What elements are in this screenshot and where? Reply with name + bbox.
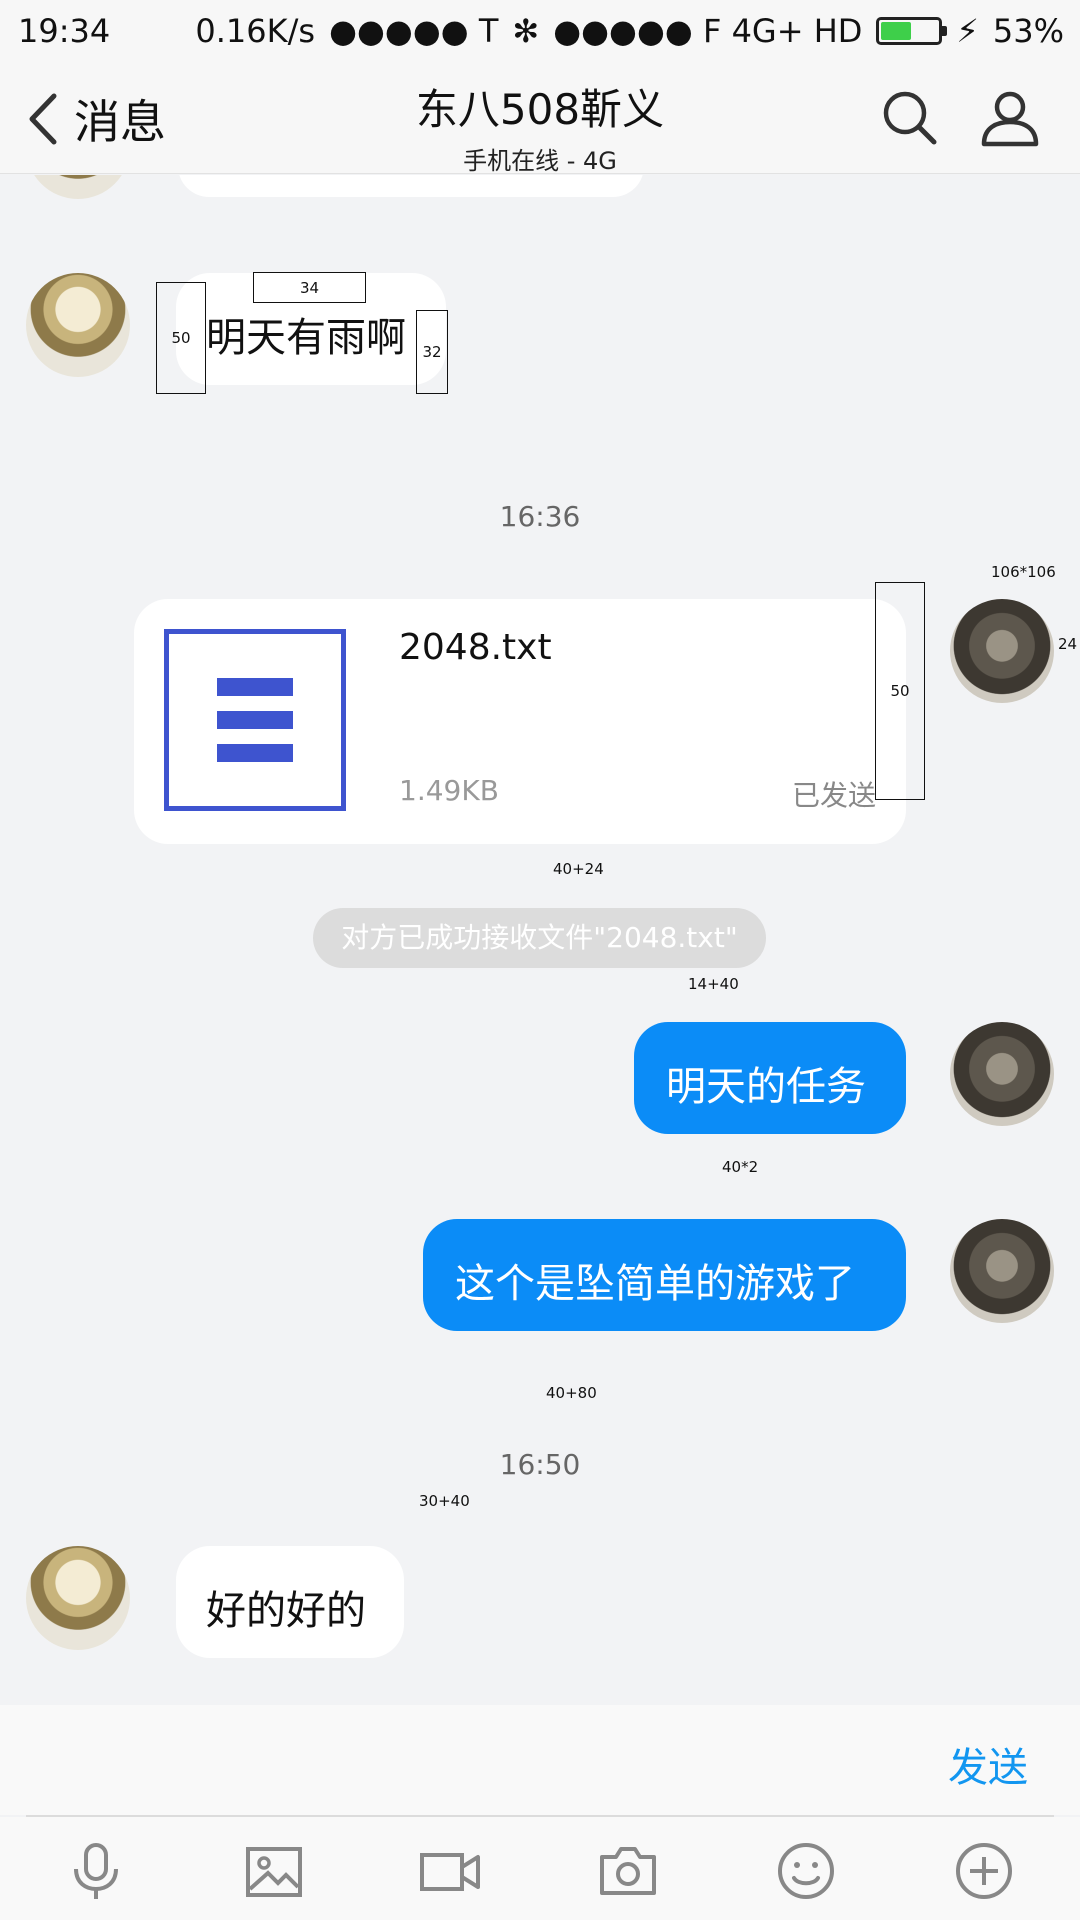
battery-icon <box>876 17 948 45</box>
profile-icon[interactable] <box>978 86 1042 150</box>
file-message-bubble[interactable]: 2048.txt 1.49KB 已发送 <box>134 599 906 844</box>
status-bar: 19:34 0.16K/s ●●●●● T ✻ ●●●●● F 4G+ HD ⚡… <box>0 0 1080 62</box>
annotation-label: 14+40 <box>688 975 739 993</box>
timestamp: 16:36 <box>499 500 581 533</box>
signal-sim1: ●●●●● T <box>329 12 499 50</box>
annotation-label: 40+24 <box>553 860 604 878</box>
status-right: 0.16K/s ●●●●● T ✻ ●●●●● F 4G+ HD ⚡ 53% <box>195 12 1064 50</box>
file-icon-line <box>217 744 293 762</box>
annotation-label: 30+40 <box>419 1492 470 1510</box>
file-name: 2048.txt <box>399 627 552 668</box>
microphone-icon[interactable] <box>66 1841 126 1901</box>
message-bubble-outgoing[interactable]: 明天的任务 <box>634 1022 906 1134</box>
avatar-contact[interactable] <box>26 1546 130 1650</box>
annotation-box: 50 <box>156 282 206 394</box>
avatar-contact[interactable] <box>26 273 130 377</box>
annotation-label: 40*2 <box>722 1158 759 1176</box>
image-icon[interactable] <box>244 1841 304 1901</box>
emoji-icon[interactable] <box>776 1841 836 1901</box>
video-icon[interactable] <box>420 1841 480 1901</box>
search-icon[interactable] <box>878 86 942 150</box>
message-text: 明天有雨啊 <box>206 315 406 361</box>
message-bubble-outgoing[interactable]: 这个是坠简单的游戏了 <box>423 1219 906 1331</box>
message-bubble-incoming[interactable]: 好的好的 <box>176 1546 404 1658</box>
annotation-box: 50 <box>875 582 925 800</box>
avatar-me[interactable] <box>950 1219 1054 1323</box>
avatar-me[interactable] <box>950 599 1054 703</box>
signal-sim2: ●●●●● F 4G+ HD <box>553 12 863 50</box>
avatar-contact[interactable] <box>26 175 130 199</box>
avatar-me[interactable] <box>950 1022 1054 1126</box>
file-icon <box>164 629 346 811</box>
input-toolbar <box>0 1817 1080 1920</box>
loading-icon: ✻ <box>512 12 540 50</box>
annotation-label: 40+80 <box>546 1384 597 1402</box>
charging-icon: ⚡ <box>956 12 979 50</box>
status-time: 19:34 <box>18 12 111 50</box>
plus-icon[interactable] <box>954 1841 1014 1901</box>
previous-message-bubble[interactable] <box>178 175 644 197</box>
battery-percent: 53% <box>992 12 1064 50</box>
file-icon-line <box>217 711 293 729</box>
camera-icon[interactable] <box>598 1841 658 1901</box>
system-message: 对方已成功接收文件"2048.txt" <box>313 908 766 968</box>
net-speed: 0.16K/s <box>195 12 316 50</box>
annotation-box: 32 <box>416 310 448 394</box>
annotation-label: 106*106 <box>991 563 1056 581</box>
file-status: 已发送 <box>791 779 876 812</box>
message-text: 好的好的 <box>206 1588 366 1634</box>
file-icon-line <box>217 678 293 696</box>
message-text: 这个是坠简单的游戏了 <box>455 1261 855 1307</box>
chat-area[interactable]: 明天有雨啊 34 50 32 16:36 106*106 2048.txt 1.… <box>0 175 1080 1705</box>
chat-header: 消息 东八508靳义 手机在线 - 4G <box>0 62 1080 175</box>
battery-fill <box>881 22 912 40</box>
timestamp: 16:50 <box>499 1448 581 1481</box>
message-input[interactable]: 发送 <box>0 1705 1080 1815</box>
message-text: 明天的任务 <box>666 1064 866 1110</box>
file-size: 1.49KB <box>399 774 499 807</box>
annotation-label: 24 <box>1058 635 1078 653</box>
send-button[interactable]: 发送 <box>948 1735 1028 1793</box>
annotation-box: 34 <box>253 272 366 303</box>
